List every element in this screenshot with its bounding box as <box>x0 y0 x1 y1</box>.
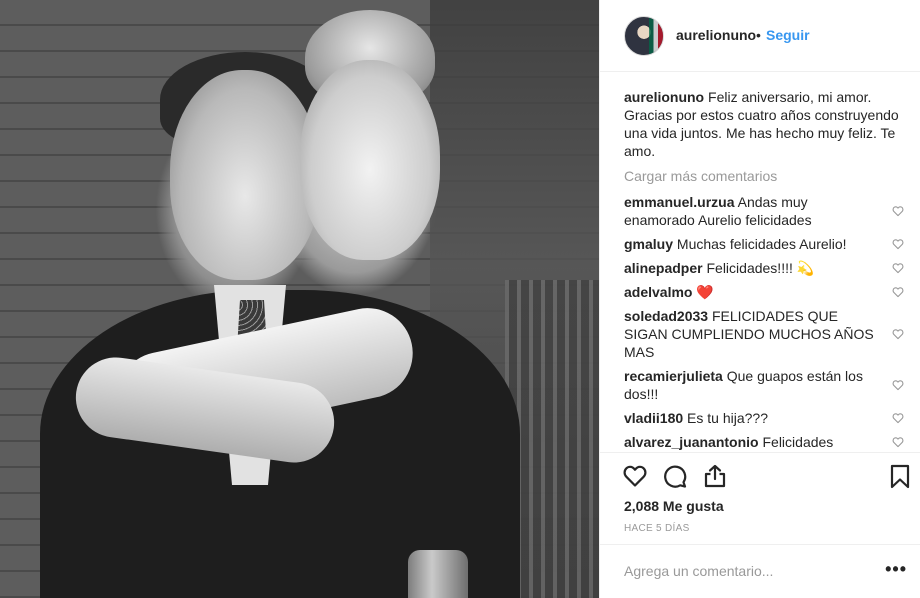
post-timestamp[interactable]: Hace 5 días <box>624 523 690 534</box>
post-sidebar: aurelionuno • Seguir aurelionuno Feliz a… <box>599 0 920 598</box>
photo-bottle <box>408 550 468 598</box>
caption-username[interactable]: aurelionuno <box>624 89 704 105</box>
share-icon[interactable] <box>702 463 728 489</box>
bookmark-icon[interactable] <box>887 463 913 489</box>
comment-username[interactable]: vladii180 <box>624 410 683 426</box>
comment-row: recamierjulieta Que guapos están los dos… <box>624 367 906 403</box>
comment-row: vladii180 Es tu hija??? <box>624 409 906 427</box>
comment-row: alvarez_juanantonio Felicidades <box>624 433 906 451</box>
instagram-post: aurelionuno • Seguir aurelionuno Feliz a… <box>0 0 920 598</box>
post-photo[interactable] <box>0 0 599 598</box>
comment-text: Es tu hija??? <box>687 410 768 426</box>
comment-text: ❤️ <box>696 284 714 300</box>
comment-text: Felicidades <box>762 434 834 450</box>
comment-username[interactable]: emmanuel.urzua <box>624 194 734 210</box>
comment-username[interactable]: gmaluy <box>624 236 673 252</box>
comment-username[interactable]: alinepadper <box>624 260 703 276</box>
comment-username[interactable]: recamierjulieta <box>624 368 723 384</box>
avatar-flag-detail <box>649 17 663 55</box>
comment-username[interactable]: alvarez_juanantonio <box>624 434 759 450</box>
header-separator: • <box>756 27 761 43</box>
add-comment-bar: ••• <box>600 544 920 598</box>
avatar[interactable] <box>624 16 664 56</box>
comment-input[interactable] <box>624 561 864 581</box>
comment-like-heart-icon[interactable] <box>892 379 904 391</box>
comment-like-heart-icon[interactable] <box>892 412 904 424</box>
comment-username[interactable]: soledad2033 <box>624 308 708 324</box>
heart-icon[interactable] <box>622 463 648 489</box>
action-bar <box>600 452 920 500</box>
comment-text: Muchas felicidades Aurelio! <box>676 236 847 252</box>
likes-count[interactable]: 2,088 Me gusta <box>624 498 724 514</box>
load-more-comments-button[interactable]: Cargar más comentarios <box>624 168 906 184</box>
comment-like-heart-icon[interactable] <box>892 238 904 250</box>
post-caption: aurelionuno Feliz aniversario, mi amor. … <box>624 88 906 160</box>
comment-icon[interactable] <box>662 463 688 489</box>
comment-like-heart-icon[interactable] <box>892 286 904 298</box>
header-username[interactable]: aurelionuno <box>676 27 756 43</box>
comment-username[interactable]: adelvalmo <box>624 284 692 300</box>
follow-button[interactable]: Seguir <box>766 27 810 43</box>
comment-row: soledad2033 FELICIDADES QUE SIGAN CUMPLI… <box>624 307 906 361</box>
comment-like-heart-icon[interactable] <box>892 328 904 340</box>
comment-row: gmaluy Muchas felicidades Aurelio! <box>624 235 906 253</box>
comment-like-heart-icon[interactable] <box>892 262 904 274</box>
comment-like-heart-icon[interactable] <box>892 436 904 448</box>
post-header: aurelionuno • Seguir <box>600 0 920 72</box>
comment-row: emmanuel.urzua Andas muy enamorado Aurel… <box>624 193 906 229</box>
comments-list[interactable]: aurelionuno Feliz aniversario, mi amor. … <box>624 88 906 452</box>
comment-row: alinepadper Felicidades!!!! 💫 <box>624 259 906 277</box>
comment-row: adelvalmo ❤️ <box>624 283 906 301</box>
comment-like-heart-icon[interactable] <box>892 205 904 217</box>
comment-text: Felicidades!!!! 💫 <box>706 260 815 276</box>
photo-woman-face <box>300 60 440 260</box>
more-options-button[interactable]: ••• <box>885 559 907 580</box>
photo-man-face <box>170 70 320 280</box>
